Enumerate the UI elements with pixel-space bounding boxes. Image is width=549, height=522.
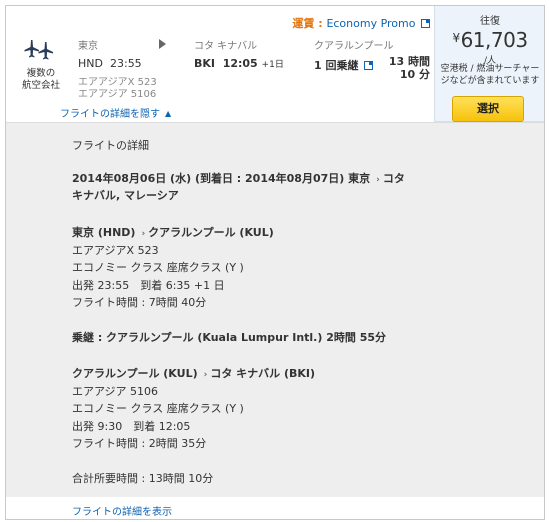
- external-link-icon[interactable]: [421, 19, 430, 28]
- tax-note-line-1: 空港税 / 燃油サーチャー: [440, 64, 540, 74]
- details-title: フライトの詳細: [72, 139, 149, 152]
- airline-label-1: 複数の: [26, 68, 56, 79]
- price-amount: ¥61,703: [435, 28, 545, 52]
- small-arrow-icon: ›: [141, 229, 146, 239]
- currency-symbol: ¥: [452, 31, 460, 45]
- price-value: 61,703: [460, 28, 528, 52]
- show-details-link[interactable]: フライトの詳細を表示: [72, 503, 172, 518]
- details-date: 2014年08月06日 (水) (到着日 : 2014年08月07日) 東京: [72, 172, 371, 185]
- external-link-icon[interactable]: [364, 61, 374, 70]
- small-arrow-icon: ›: [203, 370, 208, 380]
- tax-note: 空港税 / 燃油サーチャー ジなどが含まれています: [437, 63, 543, 87]
- departure-time: 23:55: [109, 57, 142, 70]
- segment-2-to: コタ キナバル (BKI): [210, 367, 316, 380]
- flight-details-panel: フライトの詳細 2014年08月06日 (水) (到着日 : 2014年08月0…: [6, 122, 544, 497]
- segment-2-cabin: エコノミー クラス 座席クラス (Y ): [72, 402, 244, 415]
- layover-detail: 乗継 : クアラルンプール (Kuala Lumpur Intl.) 2時間 5…: [72, 331, 387, 344]
- small-arrow-icon: ›: [376, 175, 380, 185]
- segment-1-cabin: エコノミー クラス 座席クラス (Y ): [72, 261, 244, 274]
- airplanes-icon: [24, 40, 53, 60]
- arrival-day-offset: +1日: [261, 60, 284, 70]
- arrival-city: コタ キナバル: [194, 41, 258, 52]
- airline-name: 複数の 航空会社: [20, 68, 62, 92]
- total-duration: 13 時間 10 分: [386, 55, 430, 81]
- arrival-time: 12:05: [222, 57, 258, 70]
- details-date-dest: コタ: [382, 172, 405, 185]
- segment-1-times: 出発 23:55 到着 6:35 +1 日: [72, 279, 225, 292]
- arrival-code: BKI: [194, 57, 216, 70]
- hide-details-label[interactable]: フライトの詳細を隠す: [60, 109, 160, 120]
- segment-2-duration: フライト時間 : 2時間 35分: [72, 437, 207, 450]
- fare-label: 運賃 :: [292, 17, 327, 30]
- stops-count: 1 回乗継: [314, 59, 359, 72]
- trip-type: 往復: [480, 16, 500, 27]
- segment-2-route: クアラルンプール (KUL) › コタ キナバル (BKI): [72, 365, 315, 381]
- departure-city: 東京: [78, 41, 98, 52]
- segment-1-to: クアラルンプール (KUL): [148, 226, 274, 239]
- fare-class-link[interactable]: Economy Promo: [326, 17, 415, 30]
- stops-info: 1 回乗継: [314, 57, 374, 73]
- price-panel: 往復 ¥61,703 /人 空港税 / 燃油サーチャー ジなどが含まれています …: [434, 6, 544, 122]
- segment-1-route: 東京 (HND) › クアラルンプール (KUL): [72, 224, 274, 240]
- carrier-2: エアアジア 5106: [78, 89, 157, 100]
- hide-details-link[interactable]: フライトの詳細を隠す ▲: [60, 105, 171, 120]
- details-date-line-1: 2014年08月06日 (水) (到着日 : 2014年08月07日) 東京 › コ…: [72, 170, 405, 186]
- airline-label-2: 航空会社: [21, 80, 60, 91]
- layover-city: クアラルンプール: [314, 41, 394, 52]
- departure-code: HND: [78, 57, 103, 70]
- details-date-line-2: キナバル, マレーシア: [72, 189, 179, 202]
- duration-hours: 13 時間: [388, 55, 430, 68]
- segment-1-flight: エアアジアX 523: [72, 244, 159, 257]
- segment-2-times: 出発 9:30 到着 12:05: [72, 420, 191, 433]
- segment-1-from: 東京 (HND): [72, 226, 136, 239]
- fare-class-line: 運賃 : Economy Promo: [292, 15, 430, 31]
- right-arrow-icon: [159, 39, 166, 49]
- segment-2-flight: エアアジア 5106: [72, 385, 159, 398]
- caret-up-icon: ▲: [165, 109, 172, 118]
- segment-1-duration: フライト時間 : 7時間 40分: [72, 296, 207, 309]
- departure-code-time: HND 23:55: [78, 57, 142, 70]
- segment-2-from: クアラルンプール (KUL): [72, 367, 198, 380]
- flight-result-card: 運賃 : Economy Promo 複数の 航空会社 東京 HND 23:55…: [5, 5, 545, 520]
- arrival-code-time: BKI 12:05 +1日: [194, 57, 284, 70]
- select-button[interactable]: 選択: [452, 96, 524, 122]
- duration-minutes: 10 分: [399, 68, 430, 81]
- tax-note-line-2: ジなどが含まれています: [440, 76, 540, 86]
- total-travel-time: 合計所要時間 : 13時間 10分: [72, 472, 214, 485]
